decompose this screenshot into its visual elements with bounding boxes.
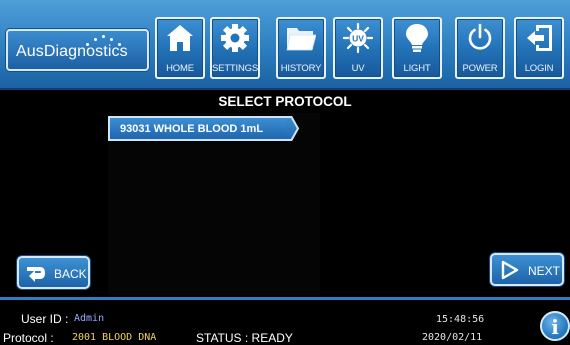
header-bar: AusDiagnostics HOME SETTINGS HISTORY UV … xyxy=(0,0,570,90)
power-icon xyxy=(468,23,492,50)
uv-button[interactable]: UV UV xyxy=(333,17,383,79)
login-button[interactable]: LOGIN xyxy=(514,17,564,79)
svg-text:UV: UV xyxy=(352,34,364,44)
lightbulb-icon xyxy=(406,24,428,52)
status-text: STATUS : READY xyxy=(196,331,293,345)
play-triangle-icon xyxy=(501,260,519,280)
protocol-list-item[interactable]: 93031 WHOLE BLOOD 1mL xyxy=(108,116,288,141)
page-title: SELECT PROTOCOL xyxy=(218,94,352,109)
back-button[interactable]: BACK xyxy=(17,256,90,289)
next-button[interactable]: NEXT xyxy=(490,253,564,286)
login-icon xyxy=(527,25,552,51)
uv-icon: UV xyxy=(343,22,373,54)
power-label: POWER xyxy=(462,63,498,74)
protocol-item-arrow xyxy=(286,116,300,141)
light-label: LIGHT xyxy=(403,63,431,74)
brand-name: AusDiagnostics xyxy=(16,43,128,60)
protocol-detail-panel xyxy=(320,113,486,295)
info-button[interactable]: i xyxy=(540,311,570,341)
protocol-value: 2001 BLOOD DNA xyxy=(72,332,157,343)
light-button[interactable]: LIGHT xyxy=(392,17,442,79)
settings-button[interactable]: SETTINGS xyxy=(210,17,260,79)
clock-date: 2020/02/11 xyxy=(422,332,483,343)
protocol-label: Protocol : xyxy=(3,331,54,345)
settings-label: SETTINGS xyxy=(212,63,258,74)
clock-time: 15:48:56 xyxy=(436,314,485,325)
home-button[interactable]: HOME xyxy=(155,17,205,79)
next-label: NEXT xyxy=(528,264,561,278)
folder-icon xyxy=(286,28,316,51)
info-icon: i xyxy=(551,315,559,339)
gear-icon xyxy=(221,24,249,52)
login-label: LOGIN xyxy=(524,63,554,74)
power-button[interactable]: POWER xyxy=(455,17,505,79)
home-label: HOME xyxy=(166,63,194,74)
brand-logo: AusDiagnostics xyxy=(6,29,149,71)
user-id-label: User ID : xyxy=(21,312,69,326)
back-arrow-icon xyxy=(27,267,45,282)
history-label: HISTORY xyxy=(280,63,322,74)
back-label: BACK xyxy=(54,267,87,281)
home-icon xyxy=(167,25,193,51)
user-id-value: Admin xyxy=(74,313,105,324)
history-button[interactable]: HISTORY xyxy=(276,17,326,79)
uv-label: UV xyxy=(351,63,365,74)
